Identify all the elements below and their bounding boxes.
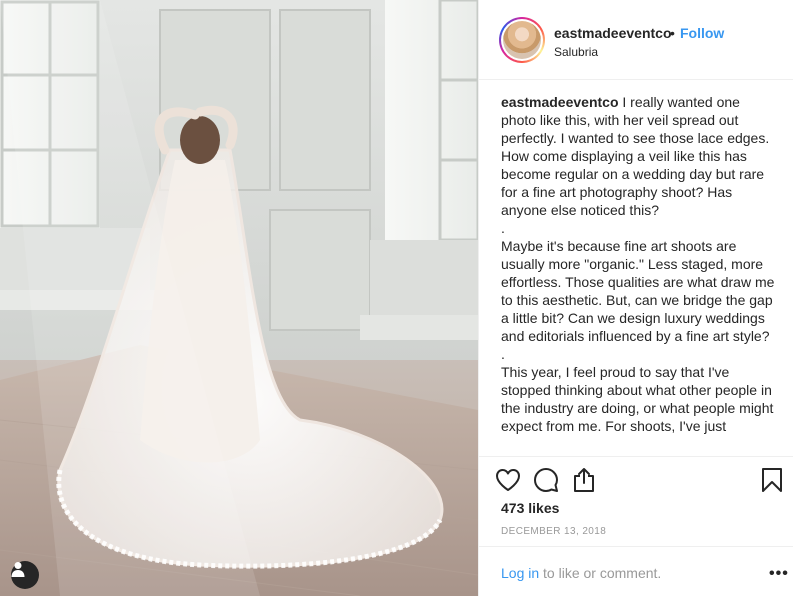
share-button[interactable]: [569, 465, 599, 495]
save-button[interactable]: [757, 465, 787, 495]
divider: [479, 456, 793, 457]
user-icon: [11, 562, 25, 577]
post-date[interactable]: DECEMBER 13, 2018: [501, 526, 606, 537]
post-header: eastmadeeventco • Follow Salubria: [479, 0, 793, 80]
comment-button[interactable]: [531, 465, 561, 495]
post-details-panel: eastmadeeventco • Follow Salubria eastma…: [478, 0, 793, 596]
post-caption: eastmadeeventco I really wanted one phot…: [501, 93, 776, 453]
more-options-button[interactable]: •••: [769, 565, 789, 583]
caption-paragraph-3: This year, I feel proud to say that I've…: [501, 364, 774, 434]
caption-paragraph-1: eastmadeeventco I really wanted one phot…: [501, 94, 770, 218]
action-bar: [493, 465, 788, 495]
profile-avatar-image: [503, 21, 541, 59]
caption-separator-2: .: [501, 346, 505, 362]
caption-paragraph-2: Maybe it's because fine art shoots are u…: [501, 238, 775, 344]
separator-dot: •: [670, 25, 675, 41]
follow-button[interactable]: Follow: [680, 25, 724, 41]
bookmark-icon: [762, 468, 782, 492]
avatar[interactable]: [499, 17, 545, 63]
caption-separator-1: .: [501, 220, 505, 236]
divider: [479, 546, 793, 547]
tagged-users-button[interactable]: [11, 561, 39, 589]
caption-username[interactable]: eastmadeeventco: [501, 94, 619, 110]
heart-icon: [496, 469, 520, 491]
likes-count[interactable]: 473 likes: [501, 500, 559, 516]
post-photo[interactable]: [0, 0, 478, 596]
login-prompt: Log in to like or comment.: [501, 565, 661, 581]
bride-veil-photo: [0, 0, 478, 596]
comment-icon: [534, 468, 558, 492]
location-link[interactable]: Salubria: [554, 45, 598, 59]
login-link[interactable]: Log in: [501, 565, 539, 581]
share-icon: [574, 468, 594, 492]
login-prompt-text: to like or comment.: [539, 565, 662, 581]
like-button[interactable]: [493, 465, 523, 495]
username-link[interactable]: eastmadeeventco: [554, 25, 672, 41]
